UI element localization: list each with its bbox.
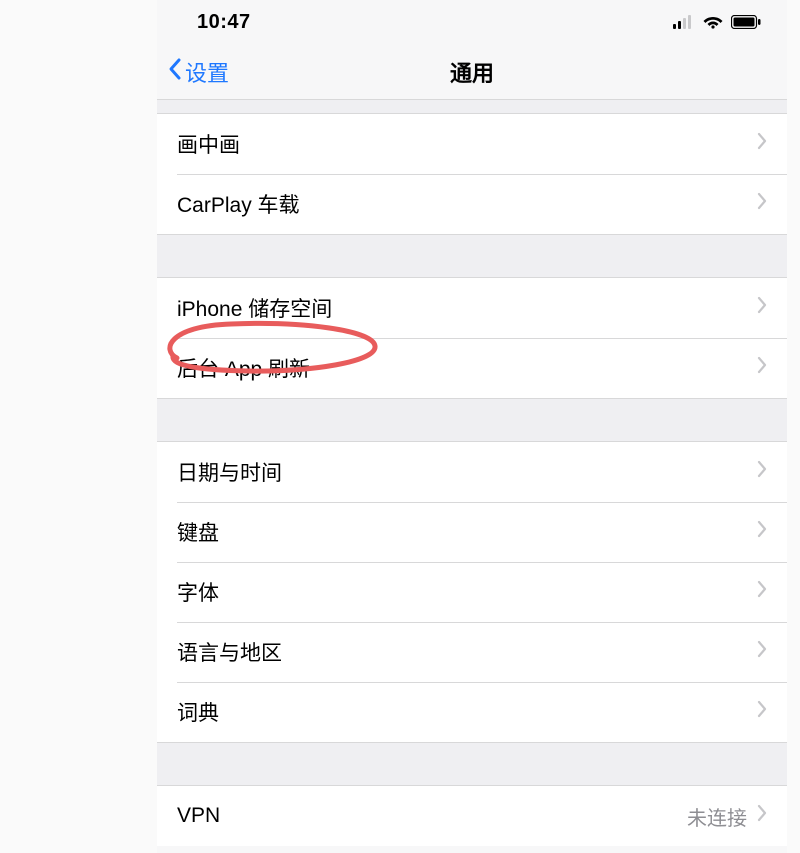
back-label: 设置 <box>185 56 229 88</box>
screenshot-frame: 10:47 <box>0 0 800 853</box>
navigation-bar: 设置 通用 <box>157 44 787 100</box>
wifi-icon <box>703 15 723 29</box>
section-spacer <box>157 100 787 114</box>
cell-accessory <box>757 296 767 320</box>
cell-label: 词典 <box>177 697 219 727</box>
cell-label: 语言与地区 <box>177 637 282 667</box>
chevron-right-icon <box>757 580 767 604</box>
cell-accessory <box>757 580 767 604</box>
chevron-right-icon <box>757 520 767 544</box>
cell-label: VPN <box>177 804 220 828</box>
section-spacer <box>157 398 787 442</box>
cell-picture-in-picture[interactable]: 画中画 <box>157 114 787 174</box>
phone-screen: 10:47 <box>157 0 787 853</box>
chevron-right-icon <box>757 132 767 156</box>
chevron-right-icon <box>757 356 767 380</box>
page-title: 通用 <box>157 56 787 88</box>
settings-group-3: 日期与时间 键盘 字体 <box>157 442 787 742</box>
cell-detail-text: 未连接 <box>687 802 747 831</box>
cell-label: iPhone 储存空间 <box>177 293 332 323</box>
cell-label: 字体 <box>177 577 219 607</box>
cell-accessory <box>757 132 767 156</box>
cell-date-time[interactable]: 日期与时间 <box>157 442 787 502</box>
chevron-right-icon <box>757 296 767 320</box>
status-bar: 10:47 <box>157 0 787 44</box>
back-button[interactable]: 设置 <box>157 56 229 88</box>
chevron-right-icon <box>757 460 767 484</box>
battery-icon <box>731 15 761 29</box>
cell-accessory <box>757 520 767 544</box>
cell-label: 画中画 <box>177 129 240 159</box>
cell-fonts[interactable]: 字体 <box>157 562 787 622</box>
cell-accessory <box>757 700 767 724</box>
cell-carplay[interactable]: CarPlay 车载 <box>157 174 787 234</box>
settings-group-4: VPN 未连接 <box>157 786 787 846</box>
section-spacer <box>157 234 787 278</box>
status-time: 10:47 <box>197 11 251 34</box>
cellular-icon <box>673 15 695 29</box>
cell-iphone-storage[interactable]: iPhone 储存空间 <box>157 278 787 338</box>
cell-language-region[interactable]: 语言与地区 <box>157 622 787 682</box>
cell-accessory <box>757 640 767 664</box>
chevron-right-icon <box>757 700 767 724</box>
settings-group-2: iPhone 储存空间 后台 App 刷新 <box>157 278 787 398</box>
cell-accessory <box>757 460 767 484</box>
cell-label: 日期与时间 <box>177 457 282 487</box>
chevron-right-icon <box>757 192 767 216</box>
chevron-right-icon <box>757 804 767 828</box>
cell-accessory <box>757 192 767 216</box>
cell-keyboard[interactable]: 键盘 <box>157 502 787 562</box>
cell-label: 键盘 <box>177 517 219 547</box>
cell-dictionary[interactable]: 词典 <box>157 682 787 742</box>
cell-accessory: 未连接 <box>687 802 767 831</box>
cell-label: 后台 App 刷新 <box>177 353 310 383</box>
cell-background-app-refresh[interactable]: 后台 App 刷新 <box>157 338 787 398</box>
cell-vpn[interactable]: VPN 未连接 <box>157 786 787 846</box>
cell-accessory <box>757 356 767 380</box>
settings-group-1: 画中画 CarPlay 车载 <box>157 114 787 234</box>
section-spacer <box>157 742 787 786</box>
cell-label: CarPlay 车载 <box>177 189 300 219</box>
chevron-left-icon <box>167 57 183 87</box>
chevron-right-icon <box>757 640 767 664</box>
status-indicators <box>673 15 761 29</box>
